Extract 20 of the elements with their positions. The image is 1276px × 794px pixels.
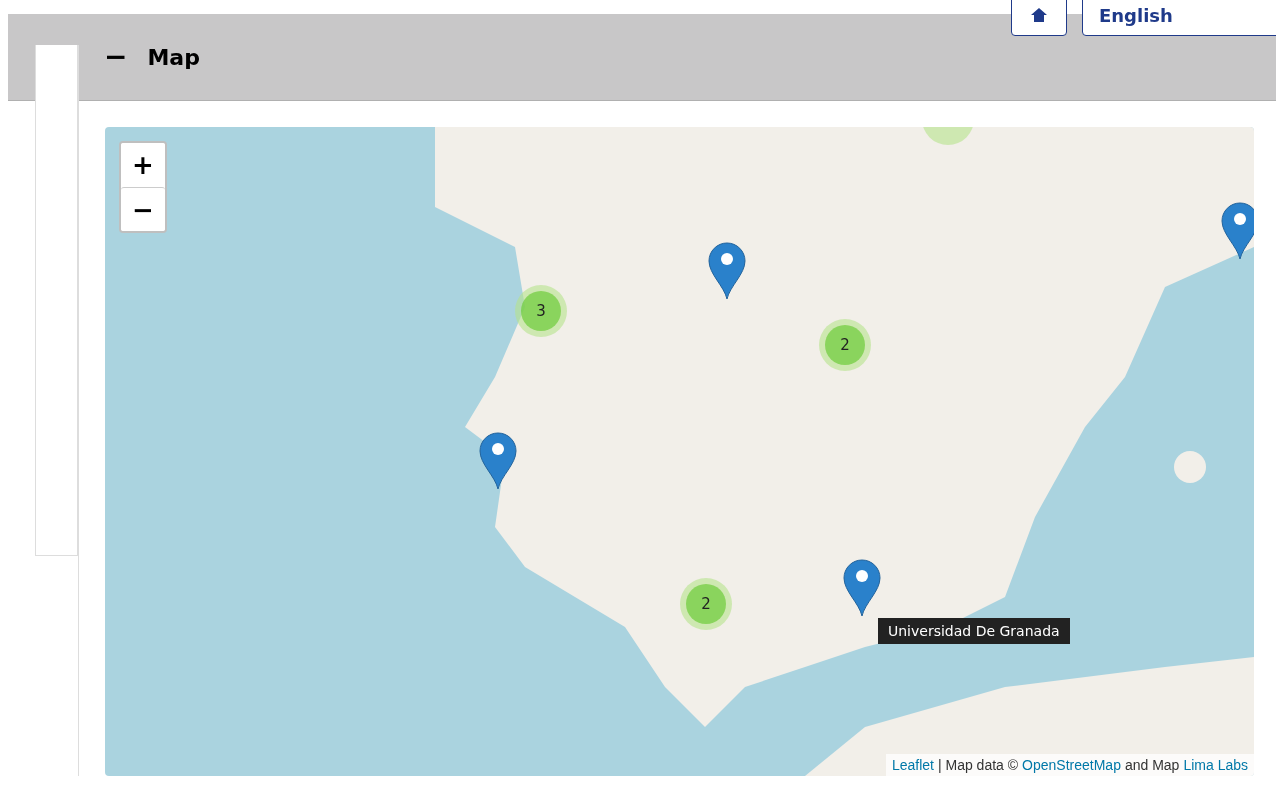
lima-labs-link[interactable]: Lima Labs (1183, 757, 1248, 773)
language-dropdown[interactable]: English (1082, 0, 1276, 36)
cluster-marker[interactable]: 2 (680, 578, 732, 630)
map-pin-icon[interactable] (479, 432, 517, 490)
map-pin-icon[interactable] (1221, 202, 1254, 260)
map-pin-icon[interactable] (843, 559, 881, 617)
tooltip: Universidad De Granada (878, 618, 1070, 644)
panel-title: Map (147, 44, 200, 70)
openstreetmap-link[interactable]: OpenStreetMap (1022, 757, 1121, 773)
leaflet-link[interactable]: Leaflet (891, 757, 934, 773)
map-pin-icon[interactable] (708, 242, 746, 300)
cluster-marker[interactable]: 3 (515, 285, 567, 337)
cluster-marker[interactable]: 2 (819, 319, 871, 371)
attribution-text: | Map data © (937, 757, 1019, 773)
map-view[interactable]: + − 3 2 2 Universidad De Granada Leaflet | Map data © OpenStreetMap and Map Lima Labs (105, 127, 1254, 776)
zoom-out-button[interactable]: − (121, 187, 165, 231)
home-button[interactable] (1011, 0, 1067, 36)
home-icon (1031, 8, 1047, 22)
attribution-text: and Map (1124, 757, 1180, 773)
collapse-button[interactable]: − (104, 43, 128, 71)
